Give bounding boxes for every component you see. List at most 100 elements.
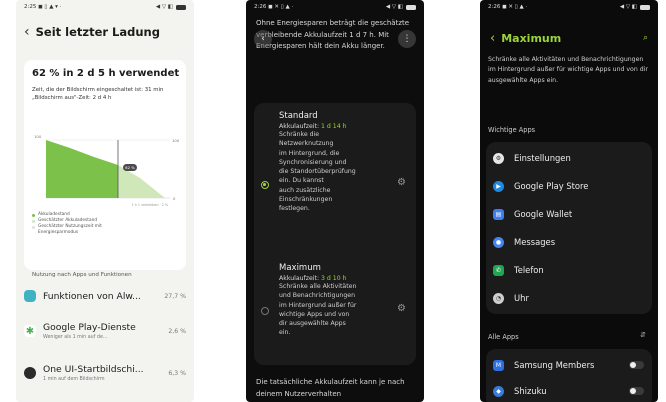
footer-note: Die tatsächliche Akkulaufzeit kann je na…	[256, 378, 405, 398]
back-chevron-icon[interactable]: ‹	[254, 30, 272, 48]
list-item[interactable]: ◆ Shizuku	[486, 377, 652, 402]
battery-icon	[406, 4, 416, 10]
app-toggle[interactable]	[629, 361, 644, 369]
back-chevron-icon[interactable]: ‹	[24, 25, 30, 39]
desc-line: und Benachrichtigungen	[279, 292, 355, 300]
list-item[interactable]: ● Messages	[486, 228, 652, 256]
page-title: Seit letzter Ladung	[35, 25, 160, 39]
desc-line: Schränke die	[279, 131, 320, 138]
app-usage-row[interactable]: ✱ Google Play-Dienste Weniger als 1 min …	[24, 313, 186, 349]
chart-legend: Akkuladestand Geschätzter Akkuladestand …	[32, 212, 118, 236]
list-item[interactable]: ▤ Google Wallet	[486, 200, 652, 228]
gear-icon: ⚙	[493, 152, 504, 164]
app-usage-row[interactable]: One UI-Startbildschi... 1 min auf dem Bi…	[24, 355, 186, 391]
app-name: Einstellungen	[514, 153, 571, 163]
app-percent: 27,7 %	[164, 292, 186, 300]
life-label: Akkulaufzeit:	[279, 275, 321, 282]
list-item[interactable]: ◔ Uhr	[486, 284, 652, 312]
option-title: Standard	[279, 111, 318, 121]
battery-usage-card: 62 % in 2 d 5 h verwendet Zeit, die der …	[24, 60, 186, 278]
app-desc: Weniger als 1 min auf de...	[43, 335, 108, 340]
desc-line: im Hintergrund außer für	[279, 301, 357, 309]
desc-line: im Hintergrund, die	[279, 149, 340, 157]
app-bar: ‹ Maximum	[490, 32, 561, 45]
radio-selected-icon[interactable]	[261, 181, 269, 189]
phone-screen-maximum-apps: 2:26 ◼ ✕ ▯ ▲ · ◀ ▽ ◧ ‹ Maximum ⌕ Schränk…	[480, 0, 658, 402]
screen-off-time: „Bildschirm aus"-Zeit: 2 d 4 h	[32, 95, 112, 101]
battery-level-chart: 62 % 100 100 0 1 h 1 verbleiben · 2 %	[34, 134, 180, 207]
status-left: 2:25 ◼ ▯ ▲ ▾ ·	[24, 4, 61, 10]
all-apps-header: Alle Apps	[488, 333, 519, 341]
status-right-icons: ◀ ▽ ◧	[155, 4, 173, 10]
gear-icon[interactable]: ⚙	[397, 177, 406, 188]
y-right-top-label: 100	[172, 138, 180, 143]
option-standard[interactable]: Standard Akkulaufzeit: 1 d 14 h Schränke…	[254, 111, 416, 256]
app-name: Google Play-Dienste	[43, 322, 136, 333]
legend-dot	[32, 225, 35, 229]
life-label: Akkulaufzeit:	[279, 123, 321, 130]
search-icon[interactable]: ⌕	[643, 33, 648, 43]
status-right: ◀ ▽ ◧	[386, 4, 416, 10]
app-text: Google Play-Dienste Weniger als 1 min au…	[43, 322, 164, 340]
phone-icon: ✆	[493, 264, 504, 276]
shizuku-icon: ◆	[493, 385, 504, 397]
x-right-label: 1 h 1 verbleiben · 2 %	[132, 203, 168, 207]
life-value: 3 d 10 h	[321, 275, 347, 282]
app-usage-row[interactable]: Funktionen von Alw... 27,7 %	[24, 278, 186, 314]
intro-text: Ohne Energiesparen beträgt die geschätzt…	[256, 19, 410, 50]
status-right: ◀ ▽ ◧	[620, 4, 650, 10]
list-item[interactable]: ▶ Google Play Store	[486, 172, 652, 200]
app-text: Funktionen von Alw...	[43, 291, 160, 302]
desc-line: wichtige Apps und von	[279, 310, 350, 318]
screen-time-text: Zeit, die der Bildschirm eingeschaltet i…	[32, 86, 177, 102]
legend-label: Geschätzter Nutzungszeit mit Energiespar…	[38, 224, 102, 235]
list-item[interactable]: ⚙ Einstellungen	[486, 144, 652, 172]
puzzle-icon: ✱	[24, 325, 36, 337]
list-item[interactable]: M Samsung Members	[486, 351, 652, 379]
desc-line: dir ausgewählte Apps	[279, 320, 346, 328]
more-options-icon[interactable]: ⋮	[398, 30, 416, 48]
app-percent: 2,6 %	[168, 327, 186, 335]
app-name: Telefon	[514, 265, 544, 275]
level-badge-text: 62 %	[125, 165, 135, 170]
desc-line: Netzwerknutzung	[279, 140, 334, 148]
radio-unselected-icon[interactable]	[261, 307, 269, 315]
status-bar: 2:26 ◼ ✕ ▯ ▲ · ◀ ▽ ◧	[480, 0, 658, 14]
battery-area	[46, 140, 118, 198]
option-body: Standard Akkulaufzeit: 1 d 14 h Schränke…	[279, 111, 399, 214]
clock-icon: ◔	[493, 292, 504, 304]
y-bottom-label: 0	[173, 196, 176, 201]
wallet-icon: ▤	[493, 208, 504, 220]
messages-icon: ●	[493, 236, 504, 248]
legend-dot	[32, 219, 35, 223]
app-desc: 1 min auf dem Bildschirm	[43, 377, 105, 382]
app-name: Funktionen von Alw...	[43, 290, 141, 302]
app-toggle[interactable]	[629, 387, 644, 395]
sort-icon[interactable]: ⇵	[640, 331, 646, 339]
y-top-label: 100	[34, 134, 42, 139]
play-store-icon: ▶	[493, 180, 504, 192]
list-item[interactable]: ✆ Telefon	[486, 256, 652, 284]
gear-icon[interactable]: ⚙	[397, 303, 406, 314]
legend-item: Geschätzter Nutzungszeit mit Energiespar…	[32, 224, 118, 236]
status-left: 2:26 ◼ ✕ ▯ ▲ ·	[488, 4, 527, 10]
status-icons: ◼ ▯ ▲ ▾ ·	[38, 4, 62, 10]
status-bar: 2:25 ◼ ▯ ▲ ▾ · ◀ ▽ ◧	[16, 0, 194, 14]
battery-icon	[176, 4, 186, 10]
status-left: 2:26 ◼ ✕ ▯ ▲ ·	[254, 4, 293, 10]
important-apps-header: Wichtige Apps	[488, 126, 536, 134]
status-icons: ◼ ✕ ▯ ▲ ·	[268, 4, 294, 10]
option-maximum[interactable]: Maximum Akkulaufzeit: 3 d 10 h Schränke …	[254, 263, 416, 363]
back-chevron-icon[interactable]: ‹	[490, 32, 495, 45]
samsung-members-icon: M	[493, 359, 504, 371]
app-name: Google Play Store	[514, 181, 589, 191]
battery-icon	[640, 4, 650, 10]
desc-line: auch zusätzliche	[279, 186, 331, 194]
app-name: Uhr	[514, 293, 529, 303]
desc-line: Synchronisierung und	[279, 158, 347, 166]
status-right-icons: ◀ ▽ ◧	[385, 4, 403, 10]
phone-screen-power-saving: 2:26 ◼ ✕ ▯ ▲ · ◀ ▽ ◧ Ohne Energiesparen …	[246, 0, 424, 402]
status-right: ◀ ▽ ◧	[156, 4, 186, 10]
app-text: One UI-Startbildschi... 1 min auf dem Bi…	[43, 364, 164, 382]
desc-line: die Standortüberprüfung	[279, 168, 356, 176]
